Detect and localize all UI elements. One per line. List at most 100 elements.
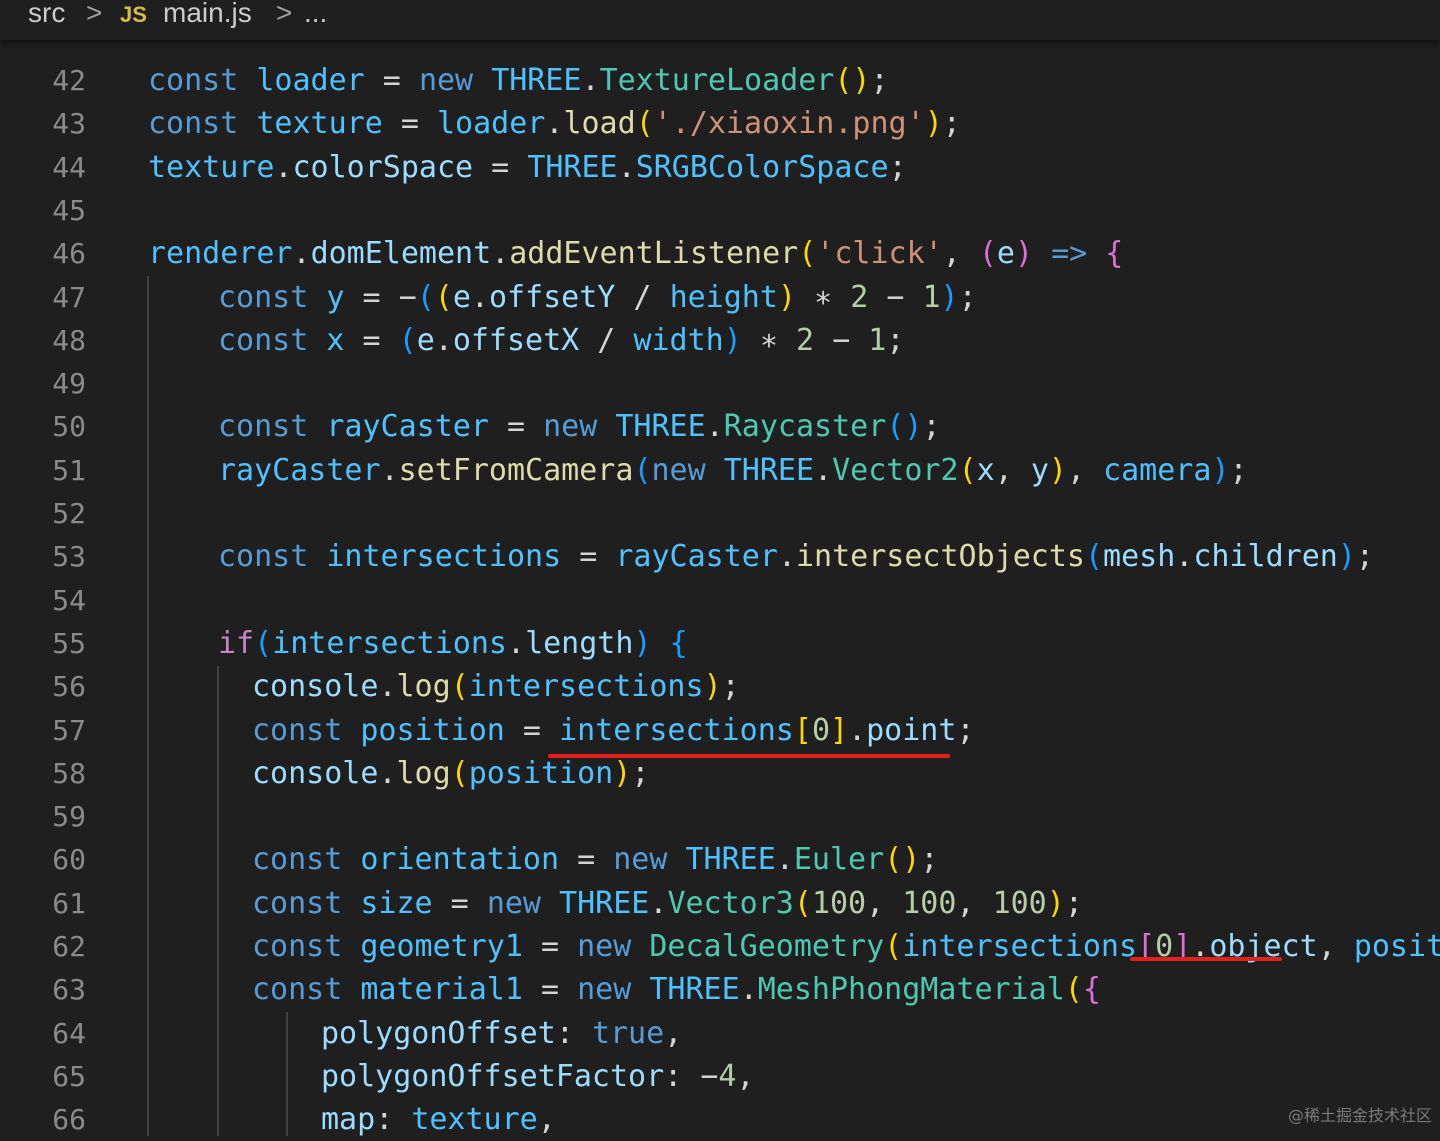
- code-token: {: [1105, 236, 1124, 272]
- code-token: load: [563, 106, 636, 142]
- code-token: new: [651, 452, 706, 488]
- breadcrumb-file[interactable]: main.js: [163, 0, 252, 29]
- code-token: .: [380, 452, 399, 488]
- code-token: =: [382, 106, 437, 142]
- code-token: =: [364, 63, 419, 98]
- code-token: position: [1353, 929, 1440, 964]
- code-line[interactable]: const material1 = new THREE.MeshPhongMat…: [252, 968, 1101, 1011]
- code-line[interactable]: const y = −((e.offsetY / height) ∗ 2 − 1…: [218, 276, 977, 319]
- code-token: ): [723, 322, 742, 358]
- error-squiggle: [1130, 957, 1282, 961]
- watermark: @稀土掘金技术社区: [1287, 1106, 1432, 1125]
- code-token: THREE: [615, 409, 706, 445]
- code-line[interactable]: const position = intersections[0].point;: [252, 709, 975, 752]
- code-token: .: [507, 625, 526, 661]
- code-token: ∗: [796, 279, 851, 315]
- code-editor[interactable]: 41 42const loader = new THREE.TextureLoa…: [0, 0, 1440, 1137]
- code-token: ;: [920, 842, 939, 878]
- line-number: 63: [52, 973, 86, 1007]
- code-token: ): [777, 279, 796, 315]
- code-line[interactable]: const x = (e.offsetX / width) ∗ 2 − 1;: [218, 319, 904, 362]
- code-token: const: [218, 279, 309, 315]
- code-line[interactable]: const intersections = rayCaster.intersec…: [218, 535, 1374, 578]
- code-line[interactable]: rayCaster.setFromCamera(new THREE.Vector…: [218, 449, 1248, 492]
- code-token: ;: [1355, 539, 1374, 575]
- code-token: Vector2: [832, 452, 959, 488]
- code-token: texture: [148, 149, 275, 185]
- code-token: =: [432, 885, 487, 921]
- code-token: Vector3: [667, 885, 794, 921]
- code-line[interactable]: const rayCaster = new THREE.Raycaster();: [218, 405, 941, 448]
- code-token: texture: [411, 1102, 538, 1138]
- code-token: point: [866, 712, 957, 748]
- code-token: const: [252, 885, 343, 921]
- code-token: ): [703, 669, 722, 705]
- code-token: THREE: [491, 63, 582, 98]
- code-token: (: [450, 755, 469, 791]
- code-token: intersections: [902, 929, 1138, 964]
- code-token: orientation: [360, 842, 560, 878]
- code-token: ): [1048, 452, 1067, 488]
- code-token: const: [252, 712, 343, 748]
- code-token: (: [416, 279, 435, 315]
- code-line[interactable]: const geometry1 = new DecalGeometry(inte…: [252, 925, 1440, 968]
- indent-guide: [286, 1012, 288, 1136]
- code-line[interactable]: renderer.domElement.addEventListener('cl…: [148, 232, 1123, 275]
- code-token: ,: [736, 1058, 755, 1094]
- code-token: (: [635, 106, 654, 142]
- code-line[interactable]: const texture = loader.load('./xiaoxin.p…: [148, 102, 961, 145]
- code-token: new: [577, 972, 632, 1008]
- code-token: length: [525, 625, 634, 661]
- code-line[interactable]: map: texture,: [321, 1098, 556, 1141]
- code-line[interactable]: if(intersections.length) {: [218, 622, 688, 665]
- code-token: (: [633, 452, 652, 488]
- code-token: loader: [437, 106, 546, 142]
- line-number: 65: [52, 1059, 86, 1093]
- code-line[interactable]: const loader = new THREE.TextureLoader()…: [148, 59, 889, 102]
- code-token: =: [473, 149, 528, 185]
- code-token: [: [793, 712, 812, 748]
- code-token: 100: [902, 885, 957, 921]
- code-token: 'click': [816, 236, 943, 272]
- line-number: 52: [52, 497, 86, 530]
- code-token: ;: [1064, 885, 1083, 921]
- code-token: ,: [1317, 929, 1354, 964]
- code-token: THREE: [685, 842, 776, 878]
- code-token: .: [848, 712, 867, 748]
- code-token: rayCaster: [615, 539, 778, 575]
- code-token: new: [418, 63, 474, 98]
- code-line[interactable]: texture.colorSpace = THREE.SRGBColorSpac…: [148, 146, 907, 189]
- code-token: ): [1337, 539, 1356, 575]
- code-token: const: [252, 972, 343, 1008]
- code-token: DecalGeometry: [649, 929, 885, 964]
- code-line[interactable]: const orientation = new THREE.Euler();: [252, 838, 938, 881]
- code-token: rayCaster: [326, 409, 489, 445]
- code-token: ,: [537, 1102, 556, 1138]
- breadcrumb-folder[interactable]: src: [28, 0, 65, 29]
- code-token: .: [1175, 539, 1194, 575]
- code-line[interactable]: const size = new THREE.Vector3(100, 100,…: [252, 882, 1083, 925]
- code-token: ): [1211, 452, 1230, 488]
- code-token: domElement: [310, 236, 492, 272]
- code-line[interactable]: polygonOffsetFactor: −4,: [321, 1055, 754, 1098]
- code-token: const: [252, 929, 343, 964]
- breadcrumb-symbols[interactable]: ...: [304, 0, 327, 29]
- code-token: ;: [922, 409, 941, 445]
- line-number: 54: [52, 583, 86, 617]
- code-token: ,: [956, 885, 993, 921]
- code-line[interactable]: console.log(intersections);: [252, 665, 740, 708]
- code-line[interactable]: polygonOffset: true,: [321, 1012, 682, 1055]
- code-line[interactable]: console.log(position);: [252, 752, 649, 795]
- code-token: {: [1082, 972, 1101, 1008]
- code-token: .: [470, 279, 489, 315]
